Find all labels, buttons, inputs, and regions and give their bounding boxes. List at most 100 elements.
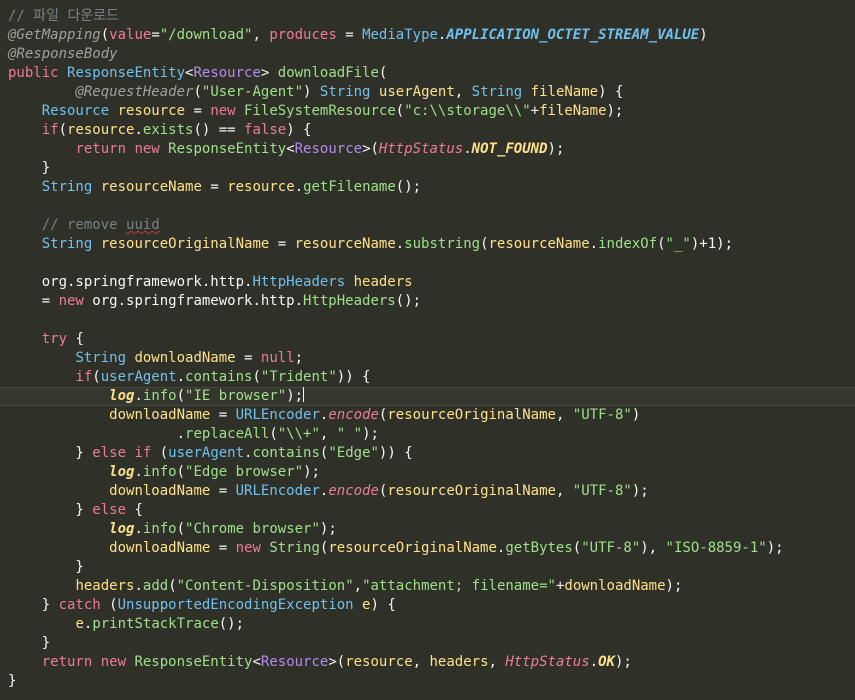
code-token: ( — [176, 521, 186, 537]
code-token: ( — [159, 445, 169, 461]
code-token: { — [126, 502, 143, 518]
code-token: (); — [218, 616, 245, 632]
code-line[interactable]: @ResponseBody — [0, 45, 855, 64]
code-token: return — [41, 654, 101, 670]
code-token: try — [41, 331, 68, 347]
code-token: @ResponseBody — [8, 46, 118, 62]
code-line[interactable]: .replaceAll("\\+", " "); — [0, 425, 855, 444]
code-line[interactable]: Resource resource = new FileSystemResour… — [0, 102, 855, 121]
code-token: String — [41, 179, 101, 195]
code-line[interactable]: // remove uuid — [0, 216, 855, 235]
code-token: if — [41, 122, 59, 138]
code-token: headers — [429, 654, 489, 670]
code-token: Resource — [41, 103, 118, 119]
code-token: e — [75, 616, 84, 632]
code-editor[interactable]: // 파일 다운로드 @GetMapping(value="/download",… — [0, 0, 855, 700]
code-token: ( — [109, 597, 118, 613]
code-line[interactable]: headers.add("Content-Disposition","attac… — [0, 577, 855, 596]
code-token: URLEncoder — [235, 407, 320, 423]
code-token: // remove — [41, 217, 127, 233]
code-token: "Content-Disposition" — [176, 578, 354, 594]
code-token: ( — [193, 84, 202, 100]
code-line[interactable]: } catch (UnsupportedEncodingException e)… — [0, 596, 855, 615]
code-line[interactable]: return new ResponseEntity<Resource>(Http… — [0, 140, 855, 159]
code-line[interactable]: downloadName = URLEncoder.encode(resourc… — [0, 482, 855, 501]
code-token: resourceName — [488, 236, 590, 252]
code-line[interactable]: } — [0, 159, 855, 178]
code-token: new — [58, 293, 93, 309]
code-token: , — [488, 654, 506, 670]
code-token: downloadName — [564, 578, 666, 594]
code-line[interactable]: } — [0, 558, 855, 577]
code-token: fileName — [530, 84, 599, 100]
code-line[interactable]: // 파일 다운로드 — [0, 7, 855, 26]
code-line[interactable]: } — [0, 672, 855, 691]
code-line[interactable]: log.info("IE browser"); — [0, 387, 855, 406]
code-line[interactable]: log.info("Chrome browser"); — [0, 520, 855, 539]
code-line[interactable]: @RequestHeader("User-Agent") String user… — [0, 83, 855, 102]
code-token: ) — [699, 27, 708, 43]
code-line[interactable] — [0, 311, 855, 330]
code-token: = — [185, 103, 211, 119]
code-token: = — [8, 293, 59, 309]
code-token: (); — [395, 293, 422, 309]
code-token: HttpHeaders — [303, 293, 396, 309]
code-token: = — [151, 27, 160, 43]
code-token: String — [319, 84, 379, 100]
code-token: catch — [58, 597, 110, 613]
code-line[interactable]: if(resource.exists() == false) { — [0, 121, 855, 140]
code-line[interactable]: String resourceOriginalName = resourceNa… — [0, 235, 855, 254]
code-line[interactable]: log.info("Edge browser"); — [0, 463, 855, 482]
code-line[interactable]: if(userAgent.contains("Trident")) { — [0, 368, 855, 387]
code-token: downloadFile — [277, 65, 379, 81]
code-line[interactable] — [0, 197, 855, 216]
code-token: resourceOriginalName — [387, 407, 556, 423]
code-line[interactable]: return new ResponseEntity<Resource>(reso… — [0, 653, 855, 672]
code-line[interactable]: e.printStackTrace(); — [0, 615, 855, 634]
code-token: ( — [572, 540, 582, 556]
code-token: ( — [378, 65, 388, 81]
code-token: , — [555, 483, 573, 499]
code-token: substring — [404, 236, 481, 252]
code-token: headers — [353, 274, 413, 290]
code-line[interactable] — [0, 254, 855, 273]
code-token: info — [142, 464, 177, 480]
code-line[interactable]: public ResponseEntity<Resource> download… — [0, 64, 855, 83]
code-token: indexOf — [598, 236, 658, 252]
code-line[interactable]: } else { — [0, 501, 855, 520]
code-line[interactable]: downloadName = URLEncoder.encode(resourc… — [0, 406, 855, 425]
code-token: , — [412, 654, 430, 670]
code-token: + — [530, 103, 540, 119]
code-token: ( — [58, 122, 68, 138]
code-token: } — [8, 445, 93, 461]
code-line[interactable]: org.springframework.http.HttpHeaders hea… — [0, 273, 855, 292]
code-token: String — [75, 350, 135, 366]
code-token: . — [134, 464, 143, 480]
code-token: " " — [336, 426, 363, 442]
code-token: . — [589, 236, 599, 252]
code-token: < — [252, 654, 261, 670]
code-token: . — [463, 141, 472, 157]
code-line[interactable]: try { — [0, 330, 855, 349]
code-token: . — [134, 578, 143, 594]
code-token: . — [395, 236, 405, 252]
code-line[interactable]: } else if (userAgent.contains("Edge")) { — [0, 444, 855, 463]
code-line[interactable]: String downloadName = null; — [0, 349, 855, 368]
code-token: >( — [362, 141, 379, 157]
code-line[interactable]: = new org.springframework.http.HttpHeade… — [0, 292, 855, 311]
code-line[interactable]: downloadName = new String (resourceOrigin… — [0, 539, 855, 558]
code-token: = — [201, 179, 228, 195]
code-token: getBytes — [505, 540, 573, 556]
code-line[interactable]: String resourceName = resource.getFilena… — [0, 178, 855, 197]
code-line[interactable]: @GetMapping(value="/download", produces … — [0, 26, 855, 45]
code-line[interactable]: } — [0, 634, 855, 653]
code-token: ( — [168, 578, 177, 594]
